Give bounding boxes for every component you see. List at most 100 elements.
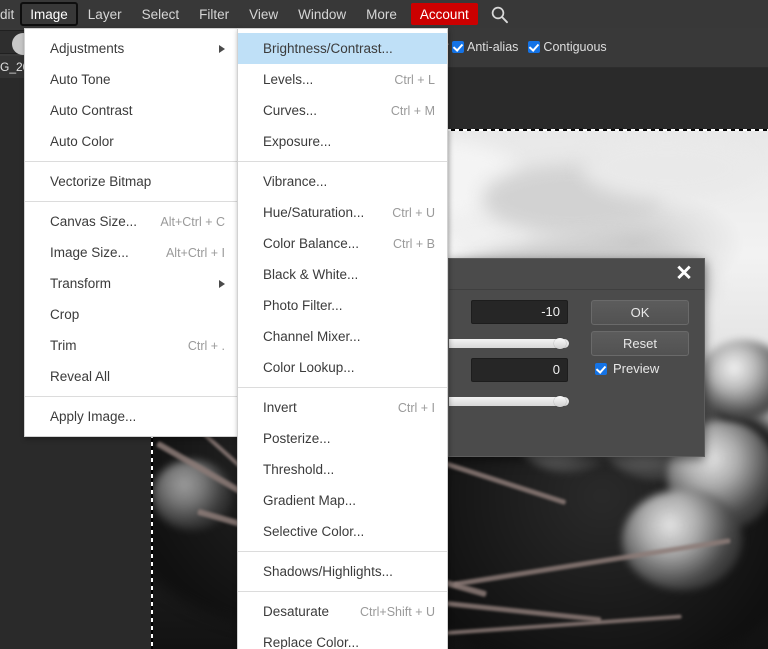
- menu-item-label: Threshold...: [263, 462, 335, 477]
- slider-handle[interactable]: [554, 338, 566, 349]
- menu-item-shortcut: Ctrl+Shift + U: [359, 604, 435, 619]
- menu-item-apply-image[interactable]: Apply Image...: [25, 401, 237, 432]
- preview-checkbox[interactable]: Preview: [595, 361, 659, 376]
- menu-item-vectorize-bitmap[interactable]: Vectorize Bitmap: [25, 166, 237, 197]
- menubar-item-edit[interactable]: dit: [0, 0, 20, 28]
- menu-item-transform[interactable]: Transform: [25, 268, 237, 299]
- preview-label: Preview: [613, 361, 660, 376]
- brightness-value-input[interactable]: -10: [471, 300, 568, 324]
- adjustments-submenu[interactable]: Brightness/Contrast... Levels... Ctrl + …: [237, 28, 448, 649]
- menu-item-label: Reveal All: [50, 369, 111, 384]
- menu-item-label: Vectorize Bitmap: [50, 174, 152, 189]
- menu-item-shadows-highlights[interactable]: Shadows/Highlights...: [238, 556, 447, 587]
- menu-item-shortcut: Ctrl + .: [187, 338, 225, 353]
- brightness-contrast-dialog[interactable]: ✕ -10 0 OK Reset Preview: [448, 258, 705, 457]
- menubar-item-more[interactable]: More: [356, 0, 407, 28]
- menu-item-photo-filter[interactable]: Photo Filter...: [238, 290, 447, 321]
- menu-item-channel-mixer[interactable]: Channel Mixer...: [238, 321, 447, 352]
- menu-item-label: Curves...: [263, 103, 318, 118]
- menu-item-label: Gradient Map...: [263, 493, 357, 508]
- menu-item-trim[interactable]: Trim Ctrl + .: [25, 330, 237, 361]
- menu-item-canvas-size[interactable]: Canvas Size... Alt+Ctrl + C: [25, 206, 237, 237]
- menu-separator: [25, 201, 237, 202]
- menu-item-label: Black & White...: [263, 267, 359, 282]
- contrast-slider[interactable]: [449, 396, 569, 407]
- menubar-item-image[interactable]: Image: [20, 2, 78, 26]
- menu-item-label: Exposure...: [263, 134, 332, 149]
- menu-item-threshold[interactable]: Threshold...: [238, 454, 447, 485]
- anti-alias-checkbox[interactable]: Anti-alias: [452, 40, 518, 54]
- menu-separator: [238, 387, 447, 388]
- account-button[interactable]: Account: [410, 3, 478, 25]
- menu-item-label: Selective Color...: [263, 524, 365, 539]
- menu-item-color-balance[interactable]: Color Balance... Ctrl + B: [238, 228, 447, 259]
- menu-item-desaturate[interactable]: Desaturate Ctrl+Shift + U: [238, 596, 447, 627]
- search-icon[interactable]: [490, 5, 509, 24]
- checkbox-icon[interactable]: [528, 41, 541, 53]
- menu-item-adjustments[interactable]: Adjustments: [25, 33, 237, 64]
- menu-item-brightness-contrast[interactable]: Brightness/Contrast...: [238, 33, 447, 64]
- menu-bar: dit Image Layer Select Filter View Windo…: [0, 0, 768, 28]
- cloud-shape: [582, 136, 752, 200]
- menu-item-auto-contrast[interactable]: Auto Contrast: [25, 95, 237, 126]
- contrast-value-input[interactable]: 0: [471, 358, 568, 382]
- reset-button[interactable]: Reset: [591, 331, 689, 356]
- menubar-item-filter[interactable]: Filter: [189, 0, 239, 28]
- menu-item-label: Channel Mixer...: [263, 329, 361, 344]
- menu-item-label: Canvas Size...: [50, 214, 138, 229]
- menu-item-hue-saturation[interactable]: Hue/Saturation... Ctrl + U: [238, 197, 447, 228]
- menu-item-shortcut: Ctrl + B: [392, 236, 435, 251]
- menubar-item-select[interactable]: Select: [132, 0, 190, 28]
- menu-item-label: Crop: [50, 307, 80, 322]
- menu-item-label: Transform: [50, 276, 112, 291]
- menu-item-posterize[interactable]: Posterize...: [238, 423, 447, 454]
- menu-item-shortcut: Ctrl + M: [390, 103, 435, 118]
- menu-item-gradient-map[interactable]: Gradient Map...: [238, 485, 447, 516]
- menu-item-label: Apply Image...: [50, 409, 137, 424]
- image-menu[interactable]: Adjustments Auto Tone Auto Contrast Auto…: [24, 28, 238, 437]
- menu-item-black-and-white[interactable]: Black & White...: [238, 259, 447, 290]
- menu-item-curves[interactable]: Curves... Ctrl + M: [238, 95, 447, 126]
- menu-item-selective-color[interactable]: Selective Color...: [238, 516, 447, 547]
- menu-item-vibrance[interactable]: Vibrance...: [238, 166, 447, 197]
- menu-item-crop[interactable]: Crop: [25, 299, 237, 330]
- anti-alias-label: Anti-alias: [467, 40, 519, 54]
- menubar-item-view[interactable]: View: [239, 0, 288, 28]
- checkbox-icon[interactable]: [452, 41, 464, 53]
- menu-item-label: Invert: [263, 400, 297, 415]
- menu-item-reveal-all[interactable]: Reveal All: [25, 361, 237, 392]
- menu-item-label: Auto Contrast: [50, 103, 133, 118]
- slider-handle[interactable]: [554, 396, 566, 407]
- menu-item-shortcut: Ctrl + L: [394, 72, 435, 87]
- menu-separator: [238, 591, 447, 592]
- menu-item-label: Color Balance...: [263, 236, 360, 251]
- menu-item-label: Replace Color...: [263, 635, 360, 649]
- brightness-slider[interactable]: [449, 338, 569, 349]
- menu-item-label: Trim: [50, 338, 77, 353]
- menu-item-label: Levels...: [263, 72, 314, 87]
- contiguous-checkbox[interactable]: Contiguous: [528, 40, 607, 54]
- close-icon[interactable]: ✕: [672, 262, 696, 286]
- ok-button[interactable]: OK: [591, 300, 689, 325]
- menubar-item-layer[interactable]: Layer: [78, 0, 132, 28]
- menu-item-label: Vibrance...: [263, 174, 328, 189]
- menu-item-shortcut: Alt+Ctrl + C: [160, 214, 225, 229]
- menu-item-label: Adjustments: [50, 41, 125, 56]
- menubar-item-window[interactable]: Window: [288, 0, 356, 28]
- menu-item-levels[interactable]: Levels... Ctrl + L: [238, 64, 447, 95]
- menu-item-invert[interactable]: Invert Ctrl + I: [238, 392, 447, 423]
- menu-item-auto-color[interactable]: Auto Color: [25, 126, 237, 157]
- checkbox-icon[interactable]: [595, 362, 607, 375]
- menu-item-image-size[interactable]: Image Size... Alt+Ctrl + I: [25, 237, 237, 268]
- menu-separator: [25, 396, 237, 397]
- menu-separator: [238, 551, 447, 552]
- menu-item-color-lookup[interactable]: Color Lookup...: [238, 352, 447, 383]
- menu-item-exposure[interactable]: Exposure...: [238, 126, 447, 157]
- menu-item-replace-color[interactable]: Replace Color...: [238, 627, 447, 649]
- menu-item-auto-tone[interactable]: Auto Tone: [25, 64, 237, 95]
- menu-item-label: Desaturate: [263, 604, 330, 619]
- menu-item-label: Color Lookup...: [263, 360, 355, 375]
- menu-item-shortcut: Ctrl + I: [397, 400, 435, 415]
- dialog-title-bar[interactable]: ✕: [449, 259, 704, 290]
- menu-item-label: Posterize...: [263, 431, 331, 446]
